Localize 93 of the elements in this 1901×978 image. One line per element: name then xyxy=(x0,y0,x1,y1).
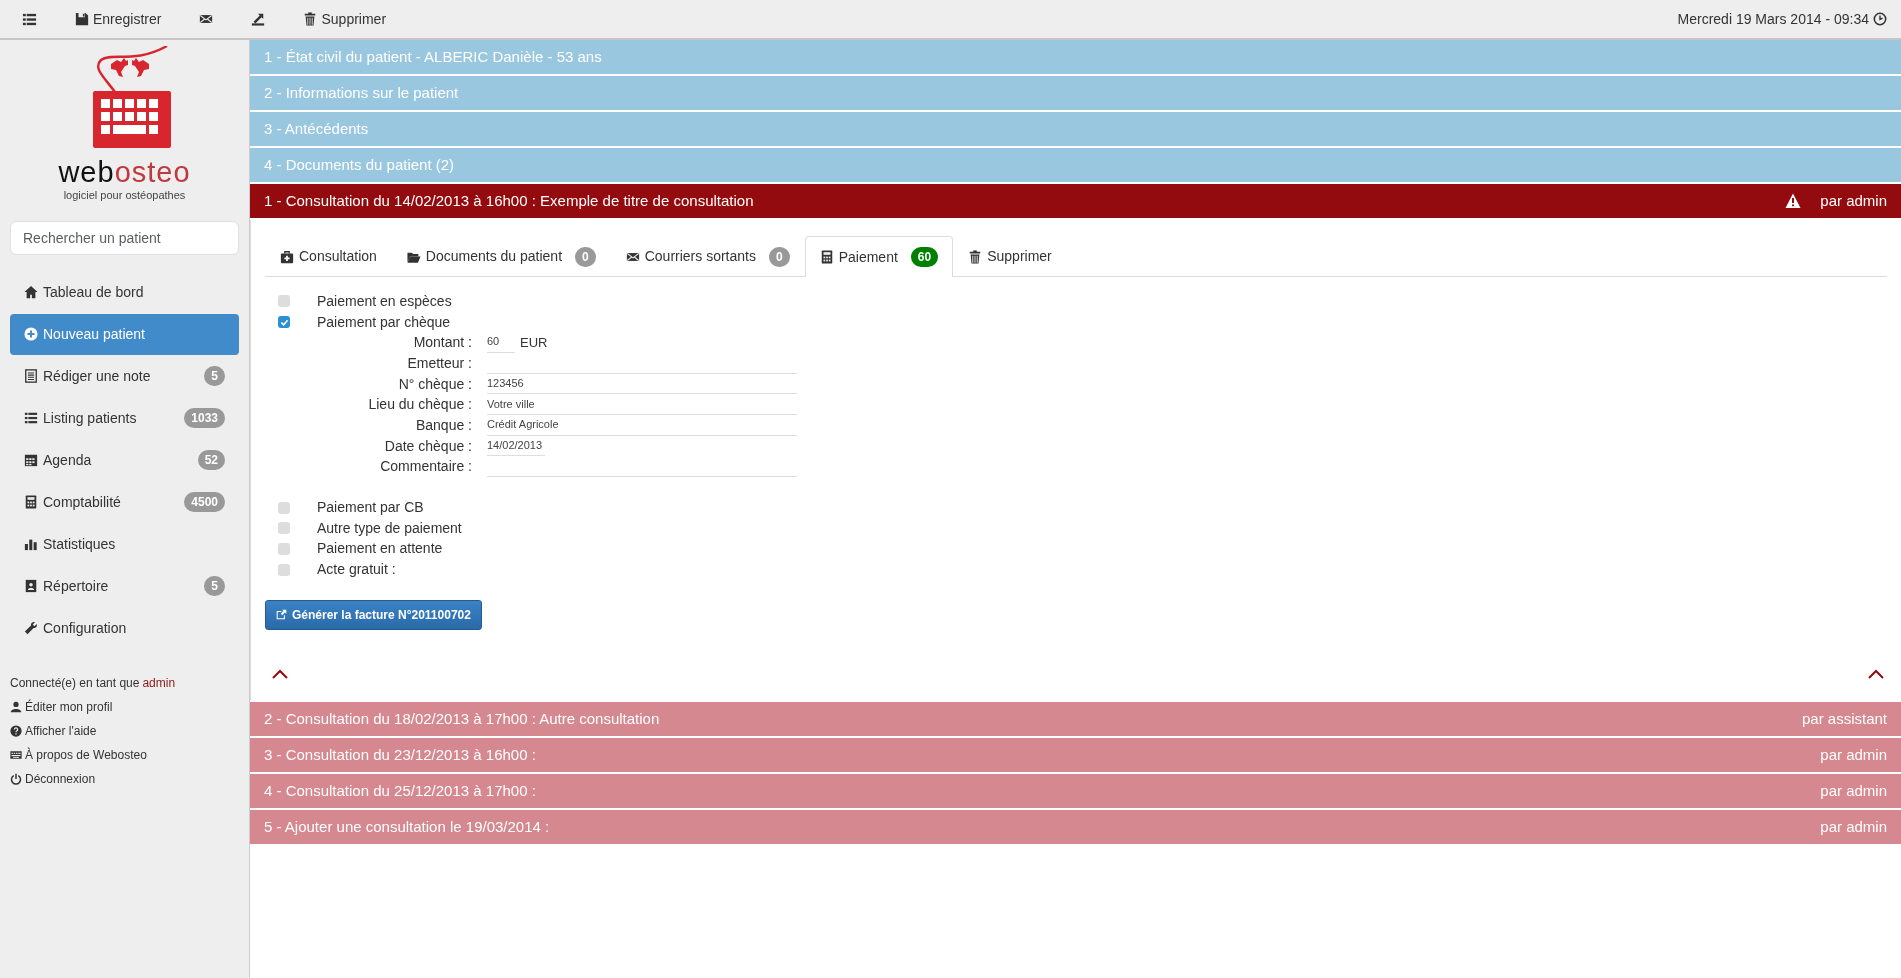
field-label: N° chèque : xyxy=(397,374,473,394)
input-field[interactable]: Votre ville xyxy=(487,394,797,416)
consultation-header[interactable]: 1 - Consultation du 14/02/2013 à 16h00 : Exemple de titre de consultation par admin xyxy=(250,184,1901,218)
calculator-icon xyxy=(24,495,38,509)
sidebar-item[interactable]: Comptabilité 4500 xyxy=(10,481,239,523)
checkbox[interactable] xyxy=(278,501,290,514)
generate-invoice-button[interactable]: Générer la facture N°201100702 xyxy=(265,599,482,630)
author-label: par admin xyxy=(1820,744,1887,765)
sidebar-item[interactable]: Rédiger une note 5 xyxy=(10,355,239,397)
plus-circle-icon xyxy=(24,327,38,341)
checkbox[interactable] xyxy=(278,563,290,576)
field-label: Commentaire : xyxy=(379,457,473,477)
help-icon xyxy=(10,724,22,737)
checkbox[interactable] xyxy=(278,522,290,535)
tab[interactable]: Paiement 60 xyxy=(804,236,954,277)
calculator-icon xyxy=(819,250,834,264)
author-label: par admin xyxy=(1820,780,1887,801)
home-icon xyxy=(24,285,38,299)
envelope-icon xyxy=(199,12,214,26)
user-icon xyxy=(10,700,22,713)
power-icon xyxy=(10,772,22,785)
count-badge: 5 xyxy=(204,366,225,386)
count-badge: 4500 xyxy=(184,492,225,512)
consultation-title: 4 - Consultation du 25/12/2013 à 17h00 : xyxy=(264,780,536,801)
search-field[interactable]: Rechercher un patient xyxy=(10,220,239,255)
checkbox-label: Paiement par chèque xyxy=(317,312,451,332)
sidebar-item[interactable]: Listing patients 1033 xyxy=(10,397,239,439)
checkbox-label: Autre type de paiement xyxy=(317,518,462,538)
sidebar-item[interactable]: Configuration xyxy=(10,607,239,649)
checkbox-label: Paiement par CB xyxy=(317,498,424,518)
count-badge: 52 xyxy=(197,450,225,470)
keyboard-icon xyxy=(10,748,22,761)
field-label: Emetteur : xyxy=(406,353,473,373)
tab[interactable]: Supprimer xyxy=(953,236,1067,276)
unit-label: EUR xyxy=(520,333,548,352)
clock-icon xyxy=(1873,12,1887,26)
username-link[interactable]: admin xyxy=(142,673,176,692)
tab[interactable]: Consultation xyxy=(265,236,392,276)
checkbox[interactable] xyxy=(278,316,290,329)
sidebar-item[interactable]: Répertoire 5 xyxy=(10,565,239,607)
sidebar-item[interactable]: Nouveau patient xyxy=(10,313,239,355)
sidebar-item[interactable]: Tableau de bord xyxy=(10,271,239,313)
trash-icon xyxy=(303,12,318,26)
input-field[interactable]: Crédit Agricole xyxy=(487,415,797,436)
list-icon xyxy=(24,411,38,425)
field-label: Lieu du chèque : xyxy=(367,395,473,415)
export-icon xyxy=(251,12,266,26)
tab[interactable]: Courriers sortants 0 xyxy=(610,236,805,276)
calendar-icon xyxy=(24,453,38,467)
bar-chart-icon xyxy=(24,537,38,551)
consultation-title: 1 - Consultation du 14/02/2013 à 16h00 : Exemple de titre de consultation xyxy=(264,190,754,211)
field-label: Date chèque : xyxy=(383,436,473,456)
count-badge: 0 xyxy=(575,246,596,267)
brand-name: webosteo xyxy=(58,158,191,187)
date-time: Mercredi 19 Mars 2014 - 09:34 xyxy=(1677,9,1869,29)
consultation-title: 3 - Consultation du 23/12/2013 à 16h00 : xyxy=(264,744,536,765)
consultation-title: 5 - Ajouter une consultation le 19/03/2014 : xyxy=(264,816,550,837)
sidebar-link[interactable]: Déconnexion xyxy=(10,766,239,791)
checkbox[interactable] xyxy=(278,542,290,555)
sidebar-item[interactable]: Agenda 52 xyxy=(10,439,239,481)
tagline: logiciel pour ostéopathes xyxy=(63,188,186,203)
list-icon xyxy=(22,11,37,27)
count-badge: 1033 xyxy=(184,408,225,428)
count-badge: 5 xyxy=(204,576,225,596)
count-badge: 60 xyxy=(910,247,939,267)
trash-icon xyxy=(968,249,983,264)
consultation-title: 2 - Consultation du 18/02/2013 à 17h00 : Autre consultation xyxy=(264,708,660,729)
toolbar-button[interactable]: Supprimer xyxy=(295,4,395,34)
wrench-icon xyxy=(24,621,38,635)
logged-in-label: Connecté(e) en tant que xyxy=(10,674,140,692)
field-label: Banque : xyxy=(414,415,473,435)
tab[interactable]: Documents du patient 0 xyxy=(391,236,611,276)
contact-book-icon xyxy=(24,579,38,593)
count-badge: 0 xyxy=(769,246,790,267)
sidebar-item[interactable]: Statistiques xyxy=(10,523,239,565)
field-label: Montant : xyxy=(412,333,473,353)
author-label: par assistant xyxy=(1801,708,1887,729)
checkbox-label: Acte gratuit : xyxy=(317,560,396,580)
note-icon xyxy=(24,369,38,383)
toolbar-button[interactable]: Enregistrer xyxy=(67,4,170,34)
external-link-icon xyxy=(276,609,287,621)
sidebar-link[interactable]: À propos de Webosteo xyxy=(10,742,239,767)
checkbox-label: Paiement en espèces xyxy=(317,291,452,311)
author-label: par admin xyxy=(1820,190,1887,211)
checkbox[interactable] xyxy=(278,295,290,308)
sidebar-link[interactable]: Éditer mon profil xyxy=(10,694,239,719)
author-label: par admin xyxy=(1820,816,1887,837)
input-field[interactable]: 14/02/2013 xyxy=(487,435,545,457)
checkbox-label: Paiement en attente xyxy=(317,539,443,559)
input-field[interactable]: 123456 xyxy=(487,373,797,395)
sidebar-link[interactable]: Afficher l'aide xyxy=(10,718,239,743)
input-field[interactable]: 60 xyxy=(487,332,515,353)
medical-kit-icon xyxy=(280,249,294,264)
